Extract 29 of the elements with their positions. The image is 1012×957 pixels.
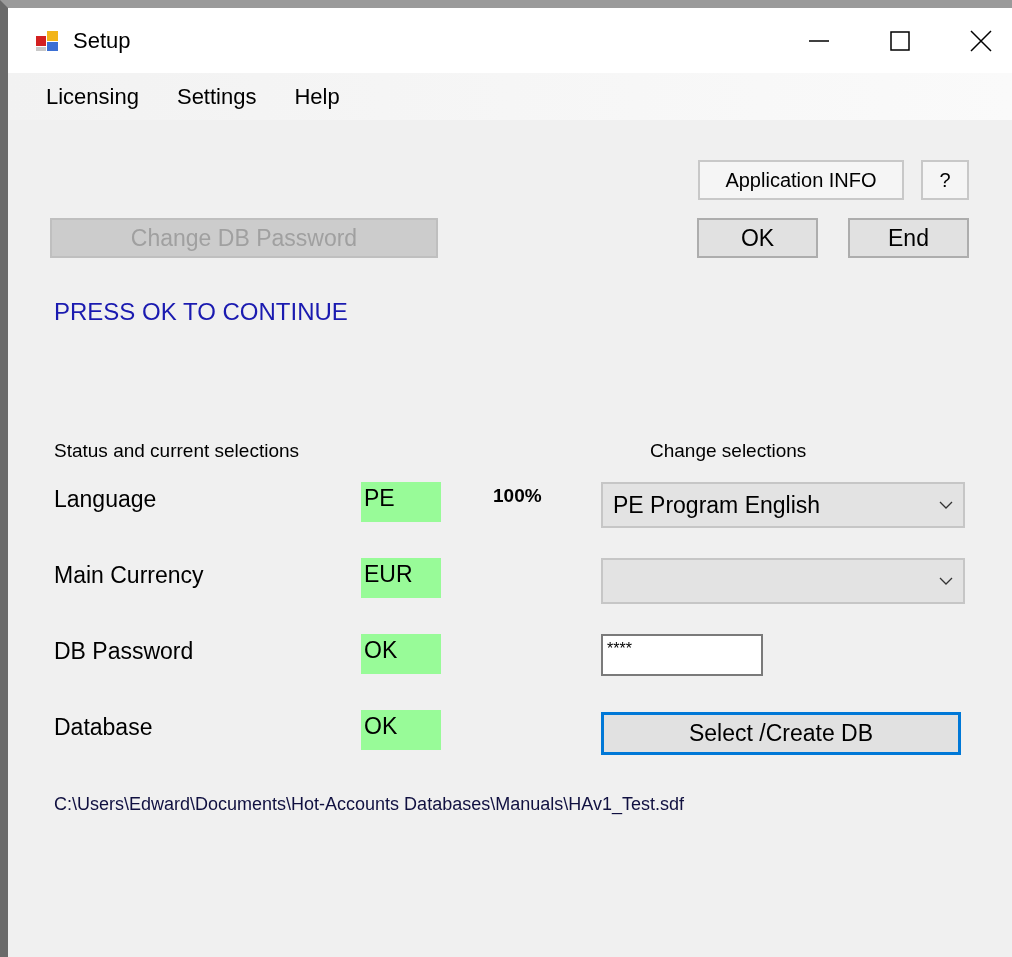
ok-button[interactable]: OK (697, 218, 818, 258)
chevron-icon (939, 501, 953, 509)
status-value: OK (361, 634, 441, 674)
section-heading: Change selections (650, 440, 807, 462)
application-info-button[interactable]: Application INFO (698, 160, 904, 200)
maximize-icon[interactable] (890, 30, 910, 51)
section-heading: Status and current selections (54, 440, 301, 462)
percent-value: 100% (493, 484, 542, 507)
status-value: OK (361, 710, 441, 750)
field-label: Language (54, 485, 158, 514)
chevron-icon (939, 577, 953, 585)
menu-item[interactable]: Settings (176, 83, 257, 110)
password-field[interactable]: **** (601, 634, 763, 676)
field-label: Main Currency (54, 561, 205, 590)
status-value: PE (361, 482, 441, 522)
field-label: Database (54, 713, 154, 742)
dropdown[interactable]: PE Program English (601, 482, 965, 528)
status-message: PRESS OK TO CONTINUE (54, 298, 349, 326)
app-icon (35, 28, 59, 53)
status-value: EUR (361, 558, 441, 598)
select-database-button[interactable]: Select /Create DB (601, 712, 961, 755)
help-button[interactable]: ? (921, 160, 969, 200)
menu-item[interactable]: Licensing (46, 83, 139, 110)
field-label: DB Password (54, 637, 195, 666)
database-path: C:\Users\Edward\Documents\Hot-Accounts Databases\Manuals\HAv1_Test.sdf (54, 794, 685, 815)
end-button[interactable]: End (848, 218, 969, 258)
window-title: Setup (73, 27, 131, 54)
close-icon[interactable] (970, 29, 992, 52)
menu-item[interactable]: Help (294, 83, 340, 110)
